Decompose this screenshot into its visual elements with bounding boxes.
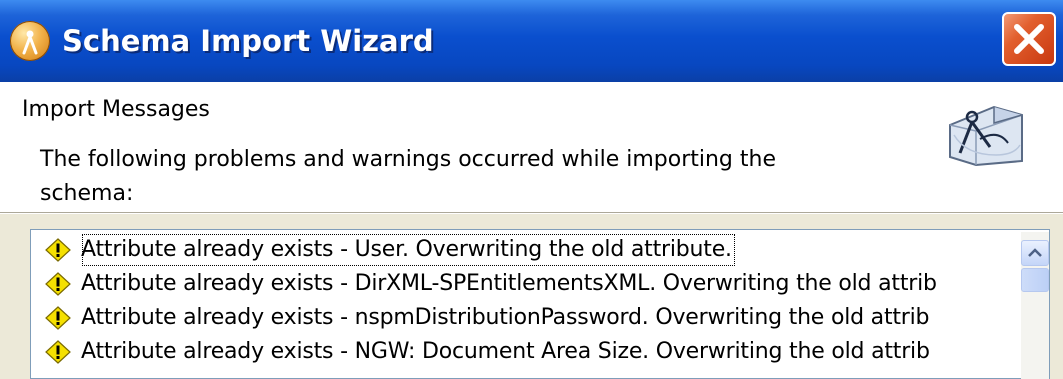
warning-icon <box>45 340 71 364</box>
message-text: Attribute already exists - NGW: Document… <box>81 339 930 364</box>
page-title: Import Messages <box>22 97 210 122</box>
chevron-up-icon <box>1028 248 1042 257</box>
import-messages-list[interactable]: Attribute already exists - User. Overwri… <box>30 229 1050 379</box>
wizard-compass-icon <box>936 95 1026 171</box>
list-item[interactable]: Attribute already exists - DirXML-SPEnti… <box>45 267 1045 301</box>
message-text: Attribute already exists - nspmDistribut… <box>81 305 930 330</box>
scroll-thumb[interactable] <box>1021 268 1049 292</box>
message-text: Attribute already exists - DirXML-SPEnti… <box>81 271 937 296</box>
close-x-icon <box>1014 24 1044 54</box>
warning-icon <box>45 238 71 262</box>
warning-icon <box>45 306 71 330</box>
page-description: The following problems and warnings occu… <box>40 147 776 206</box>
schema-import-wizard-window: Schema Import Wizard Import Messages The… <box>0 0 1063 379</box>
warning-icon <box>45 272 71 296</box>
close-button[interactable] <box>1002 12 1056 66</box>
list-item[interactable]: Attribute already exists - nspmDistribut… <box>45 301 1045 335</box>
list-item[interactable]: Attribute already exists - NGW: Document… <box>45 335 1045 369</box>
title-bar[interactable]: Schema Import Wizard <box>0 0 1063 82</box>
message-text: Attribute already exists - User. Overwri… <box>81 233 736 267</box>
vertical-scrollbar[interactable] <box>1021 232 1049 379</box>
list-item[interactable]: Attribute already exists - User. Overwri… <box>45 233 1045 267</box>
window-title: Schema Import Wizard <box>62 24 434 58</box>
wizard-app-icon <box>10 21 50 61</box>
scroll-up-button[interactable] <box>1021 240 1049 266</box>
